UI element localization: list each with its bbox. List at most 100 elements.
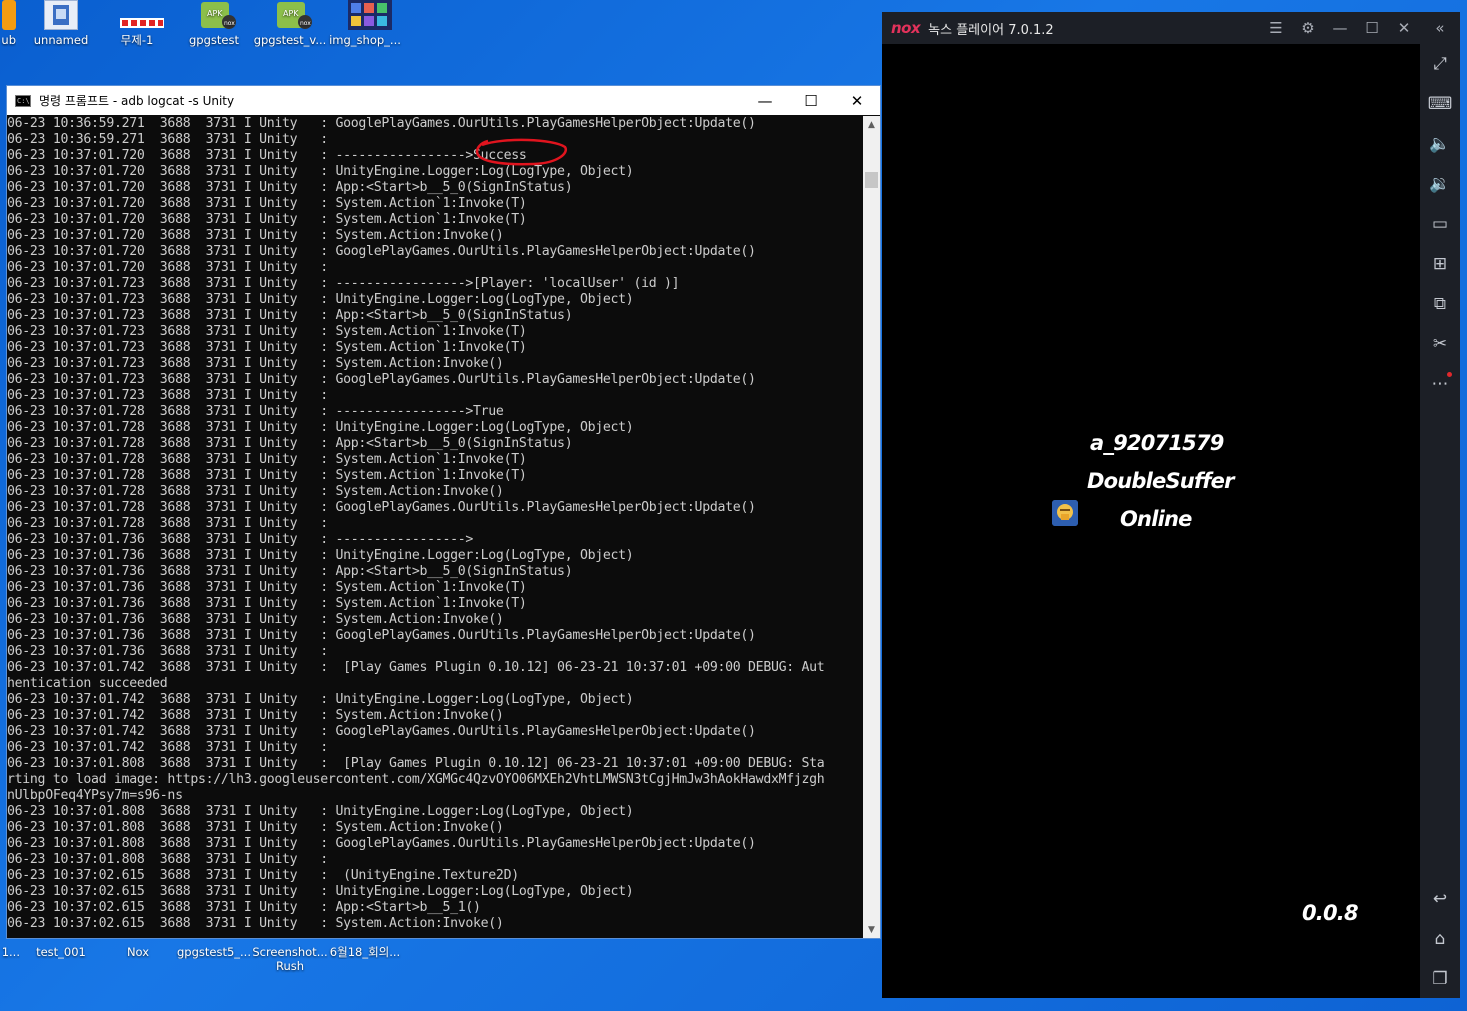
desktop-icon-gpgstest[interactable]: APK nox gpgstest — [176, 0, 252, 47]
log-line: 06-23 10:37:02.615 3688 3731 I Unity : S… — [7, 916, 504, 931]
nox-titlebar[interactable]: nox 녹스 플레이어 7.0.1.2 ☰ ⚙ — ☐ ✕ « — [882, 12, 1460, 44]
desktop-icon-img-shop[interactable]: img_shop_... — [327, 0, 403, 47]
desktop-icon-label: Nox — [126, 945, 150, 959]
log-line: 06-23 10:37:01.728 3688 3731 I Unity : S… — [7, 468, 527, 483]
log-line: 06-23 10:37:01.808 3688 3731 I Unity : — [7, 852, 328, 867]
log-line: 06-23 10:37:01.720 3688 3731 I Unity : S… — [7, 228, 504, 243]
desktop-icon-label: unnamed — [33, 33, 89, 47]
minimize-icon[interactable]: — — [1324, 12, 1356, 44]
scroll-thumb[interactable] — [865, 172, 878, 188]
log-line: 06-23 10:37:01.723 3688 3731 I Unity : S… — [7, 356, 504, 371]
desktop-icon-label: 6월18_회의... — [329, 945, 401, 959]
desktop-icon-label: gpgstest5_... — [176, 945, 251, 959]
cmd-app-icon: C:\ — [15, 94, 31, 107]
back-icon[interactable]: ↩ — [1420, 884, 1460, 914]
vertical-scrollbar[interactable]: ▲ ▼ — [863, 116, 880, 938]
svg-text:APK: APK — [283, 9, 299, 18]
log-line: 06-23 10:37:01.728 3688 3731 I Unity : S… — [7, 484, 504, 499]
desktop-icon-label: 무제-1 — [120, 33, 154, 47]
desktop-icon-test-001[interactable]: test_001 — [23, 945, 99, 959]
desktop-icon-screenshot[interactable]: Screenshot... Rush — [252, 945, 328, 973]
desktop-icon-label: img_shop_... — [329, 33, 401, 47]
log-line: 06-23 10:37:01.736 3688 3731 I Unity : S… — [7, 612, 504, 627]
desktop-icon-1[interactable]: 1... — [0, 945, 20, 959]
log-line: 06-23 10:37:01.720 3688 3731 I Unity : S… — [7, 196, 527, 211]
volume-down-icon[interactable]: 🔉 — [1420, 169, 1460, 199]
log-line: 06-23 10:37:01.720 3688 3731 I Unity : -… — [7, 148, 527, 163]
log-line: hentication succeeded — [7, 676, 168, 691]
desktop-icon-label: gpgstest — [189, 33, 239, 47]
log-line: 06-23 10:37:01.720 3688 3731 I Unity : G… — [7, 244, 756, 259]
log-line: 06-23 10:36:59.271 3688 3731 I Unity : — [7, 132, 328, 147]
player-avatar — [1052, 500, 1078, 526]
apk-file-icon: APK nox — [273, 0, 312, 30]
log-line: 06-23 10:37:01.723 3688 3731 I Unity : -… — [7, 276, 680, 291]
nox-player-window[interactable]: nox 녹스 플레이어 7.0.1.2 ☰ ⚙ — ☐ ✕ « a_920715… — [882, 12, 1460, 998]
recent-apps-icon[interactable]: ❐ — [1420, 964, 1460, 994]
log-line: 06-23 10:37:01.723 3688 3731 I Unity : S… — [7, 324, 527, 339]
notification-dot — [1447, 372, 1452, 377]
log-line: 06-23 10:37:01.742 3688 3731 I Unity : U… — [7, 692, 634, 707]
log-line: 06-23 10:37:01.728 3688 3731 I Unity : S… — [7, 452, 527, 467]
log-line: 06-23 10:37:01.723 3688 3731 I Unity : S… — [7, 340, 527, 355]
menu-icon[interactable]: ☰ — [1260, 12, 1292, 44]
desktop-icon-untitled-1[interactable]: 무제-1 — [99, 0, 175, 47]
desktop-icon-unnamed[interactable]: unnamed — [23, 0, 99, 47]
desktop-icon-meeting[interactable]: 6월18_회의... — [327, 945, 403, 959]
apk-file-icon: APK nox — [197, 0, 236, 30]
cmd-window-title: 명령 프롬프트 - adb logcat -s Unity — [39, 94, 235, 108]
log-line: 06-23 10:37:01.736 3688 3731 I Unity : A… — [7, 564, 573, 579]
more-icon[interactable]: ⋯ — [1420, 369, 1460, 399]
log-line: 06-23 10:37:01.742 3688 3731 I Unity : G… — [7, 724, 756, 739]
keyboard-icon[interactable]: ⌨ — [1420, 89, 1460, 119]
log-line: 06-23 10:37:01.736 3688 3731 I Unity : S… — [7, 596, 527, 611]
minimize-button[interactable]: — — [742, 86, 788, 115]
status-text: Online — [1120, 507, 1192, 531]
svg-text:nox: nox — [300, 20, 311, 27]
close-icon[interactable]: ✕ — [1388, 12, 1420, 44]
home-icon[interactable]: ⌂ — [1420, 924, 1460, 954]
log-line: 06-23 10:37:01.808 3688 3731 I Unity : S… — [7, 820, 504, 835]
image-file-icon — [348, 0, 392, 30]
log-line: rting to load image: https://lh3.googleu… — [7, 772, 825, 787]
scroll-down-arrow[interactable]: ▼ — [863, 921, 880, 938]
emulator-screen[interactable]: a_92071579 DoubleSuffer Online 0.0.8 — [882, 44, 1420, 998]
screen-icon[interactable]: ▭ — [1420, 209, 1460, 239]
log-line: 06-23 10:37:01.728 3688 3731 I Unity : -… — [7, 404, 504, 419]
image-file-icon — [120, 0, 164, 30]
scissors-icon[interactable]: ✂ — [1420, 329, 1460, 359]
command-prompt-window[interactable]: C:\ 명령 프롬프트 - adb logcat -s Unity — ☐ ✕ … — [6, 85, 881, 939]
log-line: 06-23 10:37:01.736 3688 3731 I Unity : S… — [7, 580, 527, 595]
collapse-sidebar-icon[interactable]: « — [1420, 12, 1460, 44]
volume-up-icon[interactable]: 🔈 — [1420, 129, 1460, 159]
nox-window-title: 녹스 플레이어 7.0.1.2 — [928, 22, 1054, 38]
multi-instance-icon[interactable]: ⧉ — [1420, 289, 1460, 319]
log-line: 06-23 10:37:01.723 3688 3731 I Unity : — [7, 388, 328, 403]
log-line: 06-23 10:37:01.736 3688 3731 I Unity : U… — [7, 548, 634, 563]
desktop-icon-gpgstest-v[interactable]: APK nox gpgstest_v... — [252, 0, 328, 47]
settings-icon[interactable]: ⚙ — [1292, 12, 1324, 44]
nox-logo: nox — [891, 19, 921, 37]
console-output[interactable]: 06-23 10:36:59.271 3688 3731 I Unity : G… — [7, 116, 863, 938]
apk-install-icon[interactable]: ⊞ — [1420, 249, 1460, 279]
desktop-icon-nox[interactable]: Nox — [100, 945, 176, 959]
desktop-icon-ub[interactable]: ub — [0, 0, 16, 47]
fullscreen-icon[interactable]: ⤢ — [1420, 49, 1460, 79]
log-line: 06-23 10:37:01.723 3688 3731 I Unity : U… — [7, 292, 634, 307]
log-line: 06-23 10:37:01.720 3688 3731 I Unity : S… — [7, 212, 527, 227]
log-line: 06-23 10:37:01.728 3688 3731 I Unity : A… — [7, 436, 573, 451]
nox-sidebar: ⤢ ⌨ 🔈 🔉 ▭ ⊞ ⧉ ✂ ⋯ ↩ ⌂ ❐ — [1420, 44, 1460, 998]
desktop-icon-label: gpgstest_v... — [253, 33, 327, 47]
maximize-icon[interactable]: ☐ — [1356, 12, 1388, 44]
log-line: 06-23 10:37:01.736 3688 3731 I Unity : — [7, 644, 328, 659]
log-line: 06-23 10:37:01.720 3688 3731 I Unity : U… — [7, 164, 634, 179]
close-button[interactable]: ✕ — [834, 86, 880, 115]
desktop-icon-label: ub — [1, 33, 16, 47]
maximize-button[interactable]: ☐ — [788, 86, 834, 115]
cmd-titlebar[interactable]: C:\ 명령 프롬프트 - adb logcat -s Unity — ☐ ✕ — [7, 86, 880, 115]
desktop-icon-gpgstest5[interactable]: gpgstest5_... — [176, 945, 252, 959]
scroll-up-arrow[interactable]: ▲ — [863, 116, 880, 133]
log-line: 06-23 10:37:01.720 3688 3731 I Unity : — [7, 260, 328, 275]
log-line: 06-23 10:37:01.728 3688 3731 I Unity : — [7, 516, 328, 531]
log-line: 06-23 10:37:01.808 3688 3731 I Unity : U… — [7, 804, 634, 819]
